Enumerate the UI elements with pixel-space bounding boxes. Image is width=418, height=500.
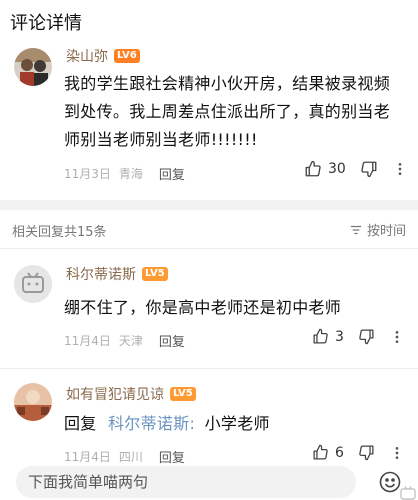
page-title: 评论详情 xyxy=(10,13,82,34)
comment-input-bar xyxy=(0,464,418,500)
more-icon[interactable] xyxy=(389,329,405,345)
reply-count: 相关回复共15条 xyxy=(12,225,107,240)
reply-text: 回复 科尔蒂诺斯: 小学老师 xyxy=(64,410,404,438)
reply-date: 11月4日 xyxy=(64,450,111,464)
thumbs-down-icon[interactable] xyxy=(358,328,375,345)
like-count: 6 xyxy=(335,444,344,461)
reply-date: 11月4日 xyxy=(64,334,111,348)
reply-content: 小学老师 xyxy=(204,414,270,433)
level-badge: LV5 xyxy=(170,387,196,401)
reply-item: 如有冒犯请见谅 LV5 回复 科尔蒂诺斯: 小学老师 11月4日 四川 回复 6 xyxy=(0,380,418,466)
section-divider xyxy=(0,200,418,210)
comment-line: 到处传。我上周差点住派出所了，真的别当老 xyxy=(64,102,391,121)
username-row: 如有冒犯请见谅 LV5 xyxy=(66,384,196,404)
reply-actions: 6 xyxy=(312,444,405,461)
reply-text: 绷不住了，你是高中老师还是初中老师 xyxy=(64,294,404,322)
main-comment: 染山弥 LV6 我的学生跟社会精神小伙开房，结果被录视频 到处传。我上周差点住派… xyxy=(0,40,418,200)
emoji-icon[interactable] xyxy=(378,470,402,494)
reply-button[interactable]: 回复 xyxy=(159,331,185,350)
reply-section-header: 相关回复共15条 按时间 xyxy=(0,210,418,248)
like-count: 30 xyxy=(328,161,346,177)
reply-location: 天津 xyxy=(118,334,143,348)
like-count: 3 xyxy=(335,328,344,345)
thumbs-up-icon xyxy=(305,160,321,177)
reply-item: 科尔蒂诺斯 LV5 绷不住了，你是高中老师还是初中老师 11月4日 天津 回复 … xyxy=(0,260,418,360)
sort-label: 按时间 xyxy=(366,224,406,239)
username[interactable]: 科尔蒂诺斯 xyxy=(66,264,136,284)
sort-icon xyxy=(350,225,362,234)
username[interactable]: 如有冒犯请见谅 xyxy=(66,384,164,404)
thumbs-down-icon[interactable] xyxy=(360,160,378,178)
avatar[interactable] xyxy=(14,48,52,86)
comment-text: 我的学生跟社会精神小伙开房，结果被录视频 到处传。我上周差点住派出所了，真的别当… xyxy=(64,70,414,154)
comment-input[interactable] xyxy=(16,466,356,498)
like-button[interactable]: 6 xyxy=(312,444,344,461)
thumbs-down-icon[interactable] xyxy=(358,444,375,461)
comment-actions: 30 xyxy=(304,160,408,178)
username[interactable]: 染山弥 xyxy=(66,46,108,66)
reply-meta: 11月4日 天津 回复 xyxy=(64,331,185,350)
reply-location: 四川 xyxy=(118,450,143,464)
username-row: 科尔蒂诺斯 LV5 xyxy=(66,264,168,284)
comment-location: 青海 xyxy=(118,167,143,181)
like-button[interactable]: 3 xyxy=(312,328,344,345)
reply-actions: 3 xyxy=(312,328,405,345)
comment-line: 师别当老师别当老师!!!!!!! xyxy=(64,130,258,149)
sort-button[interactable]: 按时间 xyxy=(349,220,406,239)
thumbs-up-icon xyxy=(313,328,328,344)
more-icon[interactable] xyxy=(392,161,408,177)
like-button[interactable]: 30 xyxy=(304,160,346,178)
divider xyxy=(0,368,418,369)
reply-button[interactable]: 回复 xyxy=(159,164,185,183)
more-icon[interactable] xyxy=(389,445,405,461)
level-badge: LV6 xyxy=(114,49,140,63)
watermark-icon xyxy=(400,486,416,500)
comment-meta: 11月3日 青海 回复 xyxy=(64,164,185,183)
thumbs-up-icon xyxy=(313,444,328,460)
reply-prefix: 回复 xyxy=(64,414,97,433)
username-row: 染山弥 LV6 xyxy=(66,46,140,66)
level-badge: LV5 xyxy=(142,267,168,281)
reply-text-line: 绷不住了，你是高中老师还是初中老师 xyxy=(64,298,342,317)
comment-line: 我的学生跟社会精神小伙开房，结果被录视频 xyxy=(64,74,391,93)
header: 评论详情 xyxy=(0,0,418,40)
reply-target-link[interactable]: 科尔蒂诺斯: xyxy=(108,414,195,433)
avatar[interactable] xyxy=(14,383,52,421)
avatar[interactable] xyxy=(14,265,52,303)
divider xyxy=(0,248,418,249)
comment-date: 11月3日 xyxy=(64,167,111,181)
